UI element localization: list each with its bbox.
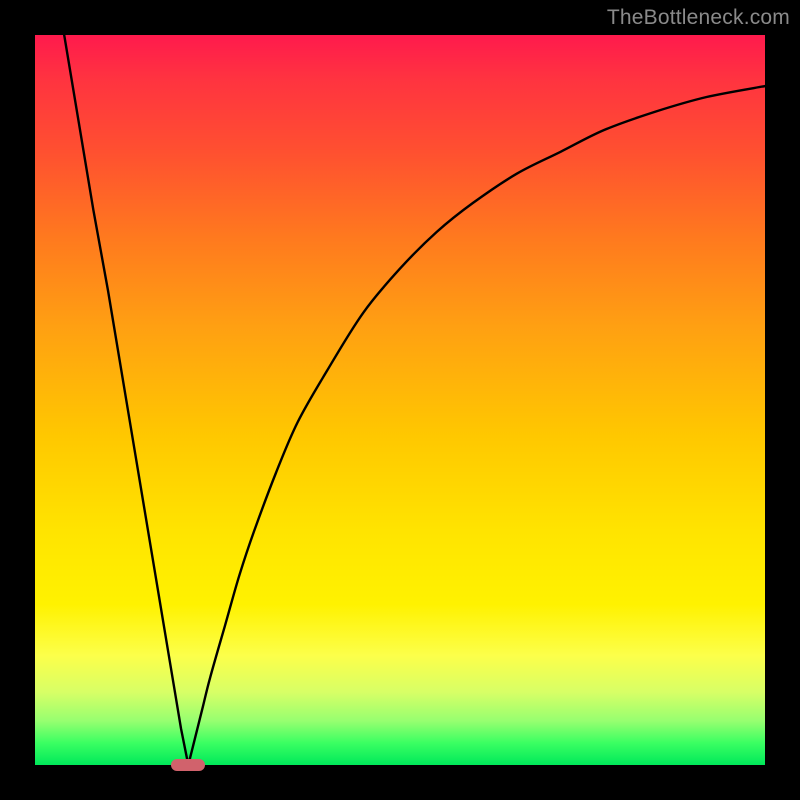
bottleneck-curve — [35, 35, 765, 765]
watermark-text: TheBottleneck.com — [607, 6, 790, 30]
plot-area — [35, 35, 765, 765]
chart-frame: TheBottleneck.com — [0, 0, 800, 800]
optimum-marker — [171, 759, 205, 771]
curve-left-branch — [64, 35, 188, 765]
curve-right-branch — [188, 86, 765, 765]
